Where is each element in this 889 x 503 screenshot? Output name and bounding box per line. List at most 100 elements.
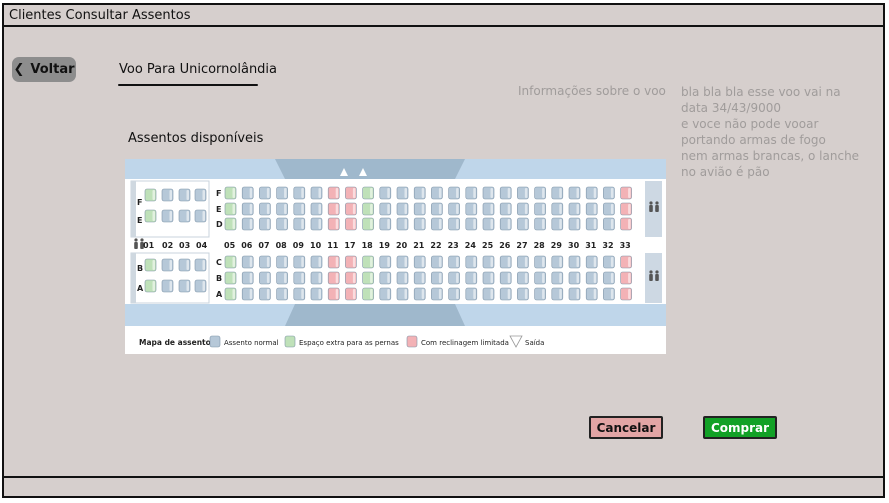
- seat: [448, 287, 460, 301]
- seat-back: [318, 289, 321, 299]
- seat: [482, 255, 495, 269]
- seat-back: [524, 219, 528, 229]
- seat-back: [576, 273, 579, 283]
- row-number-label: 02: [162, 241, 173, 250]
- seat-back: [352, 289, 356, 299]
- seat: [327, 271, 340, 285]
- seat-back: [524, 257, 528, 267]
- row-letter-label: E: [216, 205, 221, 214]
- seat: [194, 279, 207, 293]
- flight-info-label: Informações sobre o voo: [518, 84, 666, 98]
- seat: [327, 202, 340, 216]
- seat: [568, 271, 581, 285]
- seat: [327, 186, 340, 200]
- seat-back: [507, 219, 511, 229]
- wall-marker: [131, 181, 136, 237]
- seat-back: [490, 188, 493, 198]
- seat-back: [186, 260, 189, 270]
- seat-back: [473, 188, 476, 198]
- seat: [293, 287, 306, 301]
- flight-title: Voo Para Unicornolândia: [119, 62, 278, 77]
- seat: [431, 202, 443, 216]
- seat-back: [352, 257, 356, 267]
- seat-back: [456, 188, 459, 198]
- seat-back: [284, 289, 287, 299]
- seat: [241, 202, 254, 216]
- seat-back: [610, 289, 614, 299]
- lavatory-top: [645, 181, 662, 237]
- seat-back: [301, 257, 304, 267]
- seat-back: [387, 289, 390, 299]
- seat: [144, 258, 157, 272]
- back-button[interactable]: ❮ Voltar: [12, 57, 76, 82]
- seat: [620, 202, 632, 216]
- seat-back: [335, 257, 339, 267]
- seat: [276, 217, 288, 231]
- seat: [276, 202, 288, 216]
- seat: [178, 279, 191, 293]
- seat-back: [593, 188, 597, 198]
- seat: [345, 202, 357, 216]
- seat-back: [335, 289, 339, 299]
- seat-back: [232, 289, 235, 299]
- seat-back: [318, 273, 321, 283]
- seat-back: [387, 204, 390, 214]
- seat: [379, 186, 392, 200]
- seat-back: [404, 219, 407, 229]
- seat-back: [249, 257, 253, 267]
- seat: [499, 271, 512, 285]
- seat: [431, 271, 443, 285]
- seat-map: F E B A F E D C B A 01 02 03 04 05 06 07 08 09 10 11 17 18 19 20…: [125, 159, 666, 354]
- buy-button[interactable]: Comprar: [703, 416, 777, 439]
- seat: [293, 255, 306, 269]
- seat-back: [542, 188, 545, 198]
- seat: [603, 217, 615, 231]
- window-title: Clientes Consultar Assentos: [9, 8, 191, 23]
- seat: [517, 217, 529, 231]
- row-number-label: 11: [327, 241, 339, 250]
- seat-back: [186, 211, 189, 221]
- seat-back: [387, 257, 390, 267]
- row-number-label: 25: [482, 241, 494, 250]
- seat-back: [593, 204, 597, 214]
- seat: [161, 209, 174, 223]
- seat: [345, 287, 357, 301]
- seat-back: [284, 257, 287, 267]
- seat-back: [202, 211, 205, 221]
- seat-back: [404, 257, 407, 267]
- cancel-button[interactable]: Cancelar: [589, 416, 663, 439]
- seat-back: [628, 257, 631, 267]
- seat: [620, 271, 632, 285]
- seat: [465, 186, 478, 200]
- seat: [603, 255, 615, 269]
- seat: [379, 255, 392, 269]
- seat-map-graphic: FEBAFEDCBA01 02 03 04 05 06 07 08 09 10 11 17 18 19 20…: [125, 159, 666, 354]
- seat-back: [576, 204, 579, 214]
- seat-back: [490, 204, 493, 214]
- seat: [568, 255, 581, 269]
- seat: [144, 279, 157, 293]
- row-number-label: 10: [310, 241, 322, 250]
- app-window: Clientes Consultar Assentos ❮ Voltar Voo…: [2, 3, 885, 498]
- seat-back: [507, 289, 511, 299]
- seat-back: [284, 273, 287, 283]
- seat: [517, 202, 529, 216]
- seat: [345, 255, 357, 269]
- row-number-label: 23: [448, 241, 459, 250]
- seat: [465, 217, 478, 231]
- seat-back: [524, 289, 528, 299]
- seat: [327, 255, 340, 269]
- flight-info-text: bla bla bla esse voo vai na data 34/43/9…: [681, 84, 881, 180]
- person-head: [649, 201, 653, 205]
- seat: [194, 258, 207, 272]
- seat: [620, 217, 632, 231]
- seat: [194, 209, 207, 223]
- seat: [345, 186, 357, 200]
- seat-back: [301, 273, 304, 283]
- seat-back: [301, 204, 304, 214]
- seat: [224, 255, 237, 269]
- seat-back: [318, 219, 321, 229]
- seat: [144, 188, 157, 202]
- seats-title: Assentos disponíveis: [128, 131, 264, 146]
- seat: [396, 217, 409, 231]
